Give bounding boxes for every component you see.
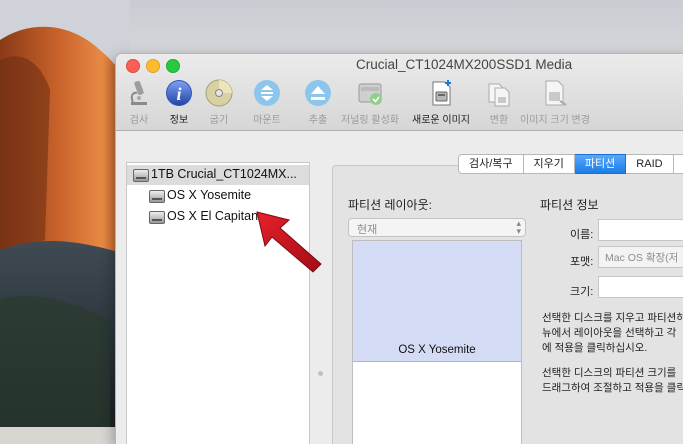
description-line: 선택한 디스크를 지우고 파티션하 [542, 312, 683, 324]
sidebar-item-disk[interactable]: 1TB Crucial_CT1024MX... [127, 165, 309, 185]
mount-button[interactable]: 마운트 [252, 78, 282, 126]
size-field[interactable] [598, 276, 683, 298]
tab-partition[interactable]: 파티션 [574, 154, 627, 174]
toolbar-label: 이미지 크기 변경 [520, 115, 590, 126]
convert-button[interactable]: 변환 [484, 78, 514, 126]
partition-description-2: 선택한 디스크의 파티션 크기를 드래그하여 조절하고 적용을 클릭 [542, 366, 683, 396]
partition-layout-popup[interactable]: 현재 ▴ ▾ [348, 218, 526, 237]
up-down-arrows-icon: ▴ ▾ [516, 218, 521, 236]
journaling-icon [355, 78, 385, 108]
tab-first-aid[interactable]: 검사/복구 [458, 154, 524, 174]
tab-erase[interactable]: 지우기 [523, 154, 575, 174]
microscope-icon [124, 78, 154, 108]
sidebar-item-label: OS X El Capitan [167, 209, 259, 223]
description-line: 드래그하여 조절하고 적용을 클릭 [542, 382, 683, 394]
red-arrow-annotation-icon [256, 211, 322, 273]
toolbar-label: 마운트 [253, 115, 281, 126]
minimize-button[interactable] [146, 59, 160, 73]
disk-icon [149, 211, 165, 224]
toolbar-label: 굽기 [209, 115, 229, 126]
resize-image-icon [540, 78, 570, 108]
toolbar-label: 변환 [489, 115, 509, 126]
name-label: 이름: [570, 229, 594, 241]
description-line: 에 적용을 클릭하십시오. [542, 342, 648, 354]
name-field[interactable] [598, 219, 683, 241]
disk-icon [133, 169, 149, 182]
description-line: 뉴에서 레이아웃을 선택하고 각 [542, 327, 677, 339]
format-value: Mac OS 확장(저 [605, 252, 679, 264]
close-button[interactable] [126, 59, 140, 73]
partition-name: OS X Yosemite [398, 344, 476, 356]
info-icon: i [164, 78, 194, 108]
partition-info-heading: 파티션 정보 [540, 198, 599, 212]
el-capitan-wallpaper [0, 0, 130, 427]
eject-button[interactable]: 추출 [303, 78, 333, 126]
tab-bar: 검사/복구 지우기 파티션 RAID 복 [458, 154, 683, 174]
partition-layout-map: OS X Yosemite [352, 240, 522, 444]
toolbar-label: 추출 [308, 115, 328, 126]
format-popup[interactable]: Mac OS 확장(저 [598, 246, 683, 268]
sidebar-item-label: OS X Yosemite [167, 188, 252, 202]
burn-disc-icon [204, 78, 234, 108]
toolbar-label: 정보 [169, 115, 189, 126]
format-label: 포맷: [570, 256, 594, 268]
sidebar-item-yosemite[interactable]: OS X Yosemite [127, 186, 309, 206]
zoom-button[interactable] [166, 59, 180, 73]
size-label: 크기: [570, 286, 594, 298]
burn-button[interactable]: 굽기 [204, 78, 234, 126]
disk-icon [149, 190, 165, 203]
resize-image-button[interactable]: 이미지 크기 변경 [520, 78, 590, 126]
toolbar: Crucial_CT1024MX200SSD1 Media 검사 i 정보 굽기 [116, 54, 683, 131]
mount-icon [252, 78, 282, 108]
info-button[interactable]: i 정보 [164, 78, 194, 126]
enable-journaling-button[interactable]: 저널링 활성화 [341, 78, 399, 126]
new-image-button[interactable]: 새로운 이미지 [412, 78, 470, 126]
partition-description-1: 선택한 디스크를 지우고 파티션하 뉴에서 레이아웃을 선택하고 각 에 적용을… [542, 311, 683, 356]
window-title: Crucial_CT1024MX200SSD1 Media [356, 57, 573, 72]
sidebar-item-label: 1TB Crucial_CT1024MX... [151, 167, 297, 181]
disk-sidebar: 1TB Crucial_CT1024MX... OS X Yosemite OS… [126, 162, 310, 444]
tab-raid[interactable]: RAID [626, 154, 674, 174]
first-aid-button[interactable]: 검사 [124, 78, 154, 126]
popup-value: 현재 [357, 224, 378, 236]
partition-layout-heading: 파티션 레이아웃: [348, 198, 432, 212]
partition-block[interactable]: OS X Yosemite [353, 241, 521, 362]
split-view-handle[interactable] [318, 371, 323, 376]
toolbar-label: 새로운 이미지 [412, 115, 470, 126]
convert-icon [484, 78, 514, 108]
tab-restore[interactable]: 복 [673, 154, 683, 174]
eject-icon [303, 78, 333, 108]
description-line: 선택한 디스크의 파티션 크기를 [542, 367, 677, 379]
toolbar-label: 저널링 활성화 [341, 115, 399, 126]
disk-utility-window: Crucial_CT1024MX200SSD1 Media 검사 i 정보 굽기 [116, 54, 683, 444]
new-image-icon [426, 78, 456, 108]
toolbar-label: 검사 [129, 115, 149, 126]
svg-text:i: i [176, 84, 181, 104]
